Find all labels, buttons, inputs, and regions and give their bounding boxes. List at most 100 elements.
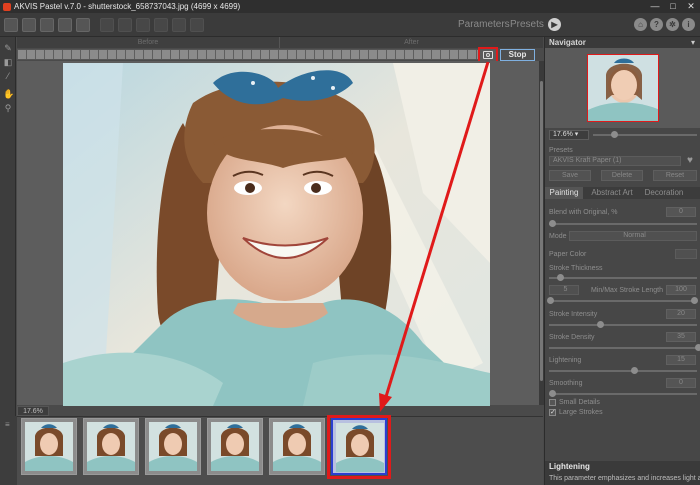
lightening-slider[interactable] (549, 370, 697, 372)
gear-icon[interactable]: ✲ (666, 18, 679, 31)
zoom-select[interactable]: 17.6% ▾ (549, 130, 589, 140)
preset-select[interactable]: AKVIS Kraft Paper (1) (549, 156, 681, 166)
stroke-length-min-knob[interactable] (547, 297, 554, 304)
smoothing-label: Smoothing (549, 380, 583, 387)
redo-icon[interactable] (172, 18, 186, 32)
hint-text: This parameter emphasizes and increases … (545, 472, 700, 485)
lightening-knob[interactable] (631, 367, 638, 374)
snapshot-thumbnail[interactable] (83, 418, 139, 475)
close-button[interactable]: ✕ (682, 0, 700, 13)
tab-after[interactable]: After (280, 37, 543, 48)
stroke-density-label: Stroke Density (549, 334, 595, 341)
snapshot-thumbnail[interactable] (207, 418, 263, 475)
snapshot-highlight (327, 415, 391, 479)
stroke-thickness-label: Stroke Thickness (549, 265, 603, 272)
app-icon (3, 3, 11, 11)
progress-bar (17, 49, 479, 60)
stroke-density-slider[interactable] (549, 347, 697, 349)
share-icon[interactable] (58, 18, 72, 32)
open-icon[interactable] (4, 18, 18, 32)
window-title: AKVIS Pastel v.7.0 - shutterstock_658737… (14, 2, 241, 11)
settings-icon[interactable] (190, 18, 204, 32)
navigator-header: Navigator (545, 37, 700, 48)
smoothing-value[interactable]: 0 (666, 378, 696, 388)
paper-color-label: Paper Color (549, 251, 587, 258)
snapshot-thumbnail[interactable] (327, 415, 391, 479)
print-icon[interactable] (40, 18, 54, 32)
blend-knob[interactable] (549, 220, 556, 227)
hand-icon[interactable]: ✋ (3, 89, 14, 99)
stroke-intensity-value[interactable]: 20 (666, 309, 696, 319)
parameters-tab[interactable]: Parameters (458, 19, 510, 30)
home-icon[interactable]: ⌂ (634, 18, 647, 31)
canvas-icon[interactable] (100, 18, 114, 32)
smoothing-slider[interactable] (549, 393, 697, 395)
stroke-length-slider[interactable] (549, 300, 697, 302)
snapshot-thumbnail[interactable] (269, 418, 325, 475)
filmstrip-side: ≡ (0, 416, 17, 485)
parameter-tabs: Painting Abstract Art Decoration (545, 187, 700, 199)
blend-value[interactable]: 0 (666, 207, 696, 217)
navigator-view[interactable] (545, 48, 700, 128)
zoom-slider[interactable] (593, 134, 697, 136)
blend-slider[interactable] (549, 223, 697, 225)
tab-decoration[interactable]: Decoration (639, 187, 689, 199)
menu-icon[interactable]: ≡ (5, 420, 10, 429)
zoom-indicator: 17.6% (17, 406, 49, 416)
stroke-density-knob[interactable] (695, 344, 700, 351)
eraser-icon[interactable]: ◧ (3, 57, 13, 67)
heart-icon[interactable]: ♥ (687, 155, 693, 166)
frame-icon[interactable] (118, 18, 132, 32)
title-bar: AKVIS Pastel v.7.0 - shutterstock_658737… (0, 0, 700, 13)
small-details-checkbox[interactable] (549, 399, 556, 406)
reset-preset-button[interactable]: Reset (653, 170, 697, 181)
delete-preset-button[interactable]: Delete (601, 170, 643, 181)
pencil-icon[interactable]: ⁄ (3, 71, 13, 81)
smoothing-knob[interactable] (549, 390, 556, 397)
stroke-thickness-knob[interactable] (557, 274, 564, 281)
lightening-label: Lightening (549, 357, 582, 364)
stroke-length-label: Min/Max Stroke Length (591, 287, 663, 294)
play-icon[interactable]: ▶ (548, 18, 561, 31)
text-icon[interactable] (136, 18, 150, 32)
main-toolbar: Parameters Presets ▶ ⌂ ? ✲ i (0, 13, 700, 37)
stroke-length-value[interactable]: 100 (666, 285, 696, 295)
large-strokes-label: Large Strokes (559, 409, 603, 416)
minimize-button[interactable]: — (646, 0, 664, 13)
zoom-icon[interactable]: ⚲ (3, 103, 13, 113)
collapse-icon[interactable]: ▾ (691, 38, 695, 47)
zoom-slider-knob[interactable] (611, 131, 618, 138)
painted-image (63, 63, 490, 406)
view-tabs: Before After (17, 37, 543, 48)
presets-tab[interactable]: Presets (510, 19, 544, 30)
snapshot-thumbnail[interactable] (145, 418, 201, 475)
mode-label: Mode (549, 233, 567, 240)
mode-select[interactable]: Normal (569, 231, 697, 241)
maximize-button[interactable]: □ (664, 0, 682, 13)
help-icon[interactable]: ? (650, 18, 663, 31)
snapshot-thumbnail[interactable] (21, 418, 77, 475)
tab-painting[interactable]: Painting (545, 187, 583, 199)
presets-label: Presets (549, 147, 573, 154)
stroke-intensity-knob[interactable] (597, 321, 604, 328)
undo-icon[interactable] (154, 18, 168, 32)
save-icon[interactable] (22, 18, 36, 32)
save-preset-button[interactable]: Save (549, 170, 591, 181)
lightening-value[interactable]: 15 (666, 355, 696, 365)
paper-color-swatch[interactable] (675, 249, 697, 259)
stroke-density-value[interactable]: 35 (666, 332, 696, 342)
stroke-length-max-knob[interactable] (691, 297, 698, 304)
navigator-thumbnail[interactable] (587, 54, 659, 122)
info-icon[interactable]: i (682, 18, 695, 31)
brush-icon[interactable]: ✎ (3, 43, 13, 53)
tab-before[interactable]: Before (17, 37, 280, 48)
large-strokes-checkbox[interactable]: ✓ (549, 409, 556, 416)
tab-abstract-art[interactable]: Abstract Art (585, 187, 639, 199)
stroke-thickness-value[interactable]: 5 (549, 285, 579, 295)
batch-icon[interactable] (76, 18, 90, 32)
stroke-intensity-slider[interactable] (549, 324, 697, 326)
stroke-thickness-slider[interactable] (549, 277, 697, 279)
blend-label: Blend with Original, % (549, 209, 618, 216)
stop-button[interactable]: Stop (500, 49, 535, 61)
hint-title: Lightening (545, 461, 700, 472)
